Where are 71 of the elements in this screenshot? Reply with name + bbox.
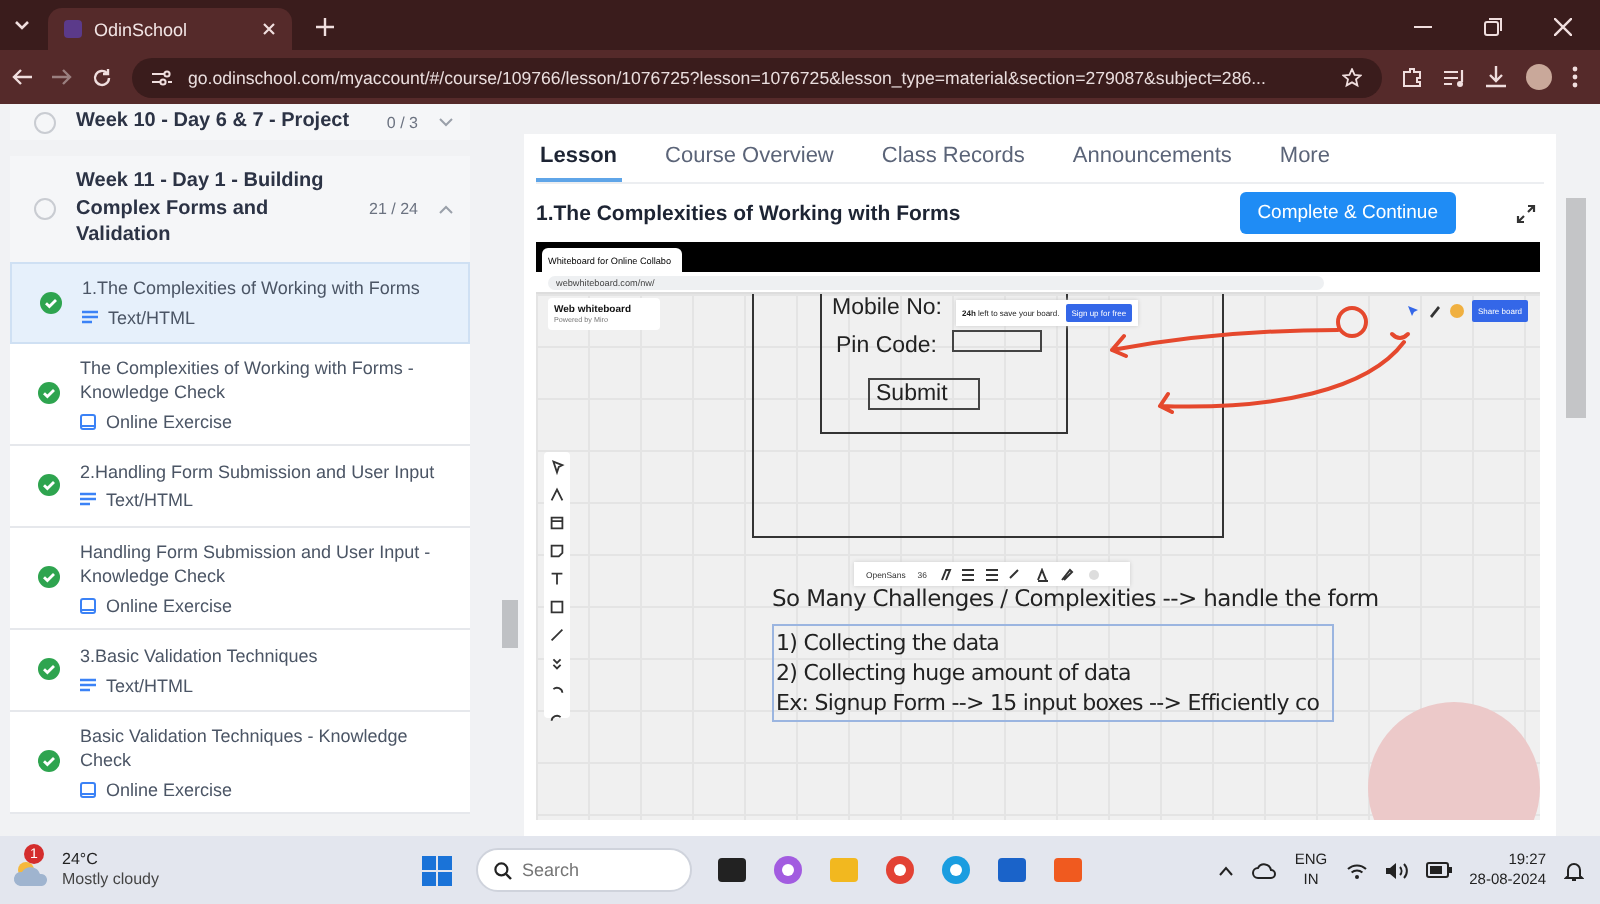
lesson-title: 1.The Complexities of Working with Forms: [536, 201, 963, 225]
whiteboard-text: So Many Challenges / Complexities --> handle the form: [772, 584, 1379, 612]
lesson-tab[interactable]: Class Records: [877, 140, 1029, 182]
book-icon: [80, 413, 96, 430]
lesson-tab[interactable]: Course Overview: [661, 140, 838, 182]
cursor-icon[interactable]: [1405, 304, 1420, 318]
store-icon[interactable]: [996, 854, 1028, 886]
submit-sketch: Submit: [868, 378, 980, 410]
book-icon: [80, 782, 96, 799]
lesson-tab[interactable]: Lesson: [536, 140, 622, 182]
lesson-item[interactable]: Handling Form Submission and User Input - Knowledge Check Online Exercise: [10, 527, 470, 630]
lesson-tab[interactable]: More: [1275, 140, 1334, 182]
text-lines-icon: [82, 309, 98, 326]
tool-icon[interactable]: [548, 654, 566, 672]
chevron-up-icon[interactable]: [1218, 865, 1235, 875]
copilot-icon[interactable]: [772, 854, 804, 886]
weather-condition: Mostly cloudy: [62, 870, 159, 890]
site-favicon-icon: [64, 20, 82, 38]
weather-cloud-icon[interactable]: [12, 860, 52, 888]
close-icon[interactable]: [262, 22, 276, 36]
lesson-item[interactable]: 2.Handling Form Submission and User Input Text/HTML: [10, 445, 470, 528]
brave-icon[interactable]: [1052, 854, 1084, 886]
text-lines-icon: [80, 677, 96, 694]
section-header[interactable]: Week 11 - Day 1 - Building Complex Forms and Validation 21 / 24: [10, 156, 470, 261]
media-icon[interactable]: [1444, 67, 1466, 87]
lesson-item[interactable]: 3.Basic Validation Techniques Text/HTML: [10, 629, 470, 712]
task-view-icon[interactable]: [716, 854, 748, 886]
download-icon[interactable]: [1486, 66, 1506, 88]
pen-icon[interactable]: [1427, 304, 1442, 318]
input-sketch: [952, 330, 1042, 352]
temperature: 24°C: [62, 850, 100, 870]
underline-annotation: [1390, 332, 1410, 340]
search-field[interactable]: Search: [476, 848, 692, 892]
lesson-item[interactable]: Basic Validation Techniques - Knowledge Check Online Exercise: [10, 711, 470, 815]
back-arrow-icon[interactable]: [12, 68, 32, 86]
lesson-item[interactable]: The Complexities of Working with Forms - Knowledge Check Online Exercise: [10, 343, 470, 446]
volume-icon[interactable]: [1385, 861, 1408, 879]
cloud-icon[interactable]: [1252, 861, 1277, 879]
battery-icon[interactable]: [1425, 862, 1452, 878]
form-label: Mobile No:: [832, 296, 942, 320]
close-icon[interactable]: [1554, 18, 1572, 36]
star-icon[interactable]: [1342, 67, 1362, 87]
address-bar[interactable]: go.odinschool.com/myaccount/#/course/109766/lesson/1076725?lesson=1076725&lesson_type=material&section=279087&subject=286...: [132, 57, 1382, 97]
reload-icon[interactable]: [92, 67, 112, 87]
circle-icon: [34, 197, 56, 220]
tool-icon[interactable]: [548, 570, 566, 588]
chrome-icon[interactable]: [884, 854, 916, 886]
puzzle-icon[interactable]: [1402, 66, 1424, 88]
text-box[interactable]: 1) Collecting the data 2) Collecting huge amount of data Ex: Signup Form --> 15 input boxes --> Efficiently co: [772, 624, 1334, 722]
lesson-item[interactable]: 1.The Complexities of Working with Forms Text/HTML: [10, 261, 470, 343]
windows-start-icon[interactable]: [422, 855, 452, 885]
bell-icon[interactable]: [1564, 859, 1584, 881]
restore-icon[interactable]: [1484, 18, 1502, 36]
section-header[interactable]: Week 10 - Day 6 & 7 - Project 0 / 3: [10, 104, 470, 140]
fullscreen-icon[interactable]: [1516, 203, 1536, 223]
new-tab-icon[interactable]: [316, 18, 334, 36]
browser-tab[interactable]: OdinSchool: [48, 8, 292, 50]
more-menu-icon[interactable]: [1572, 66, 1578, 88]
forward-arrow-icon[interactable]: [52, 68, 72, 86]
wifi-icon[interactable]: [1345, 861, 1368, 879]
text-lines-icon: [80, 492, 96, 509]
book-icon: [80, 597, 96, 614]
circle-icon: [34, 111, 56, 133]
form-label: Pin Code:: [836, 334, 938, 358]
circle-annotation: [1336, 306, 1368, 338]
edge-icon[interactable]: [940, 854, 972, 886]
tool-icon[interactable]: [548, 514, 566, 532]
site-settings-icon[interactable]: [152, 69, 172, 85]
tool-icon[interactable]: [548, 542, 566, 560]
profile-avatar[interactable]: [1526, 64, 1552, 90]
lesson-tab[interactable]: Announcements: [1068, 140, 1236, 182]
